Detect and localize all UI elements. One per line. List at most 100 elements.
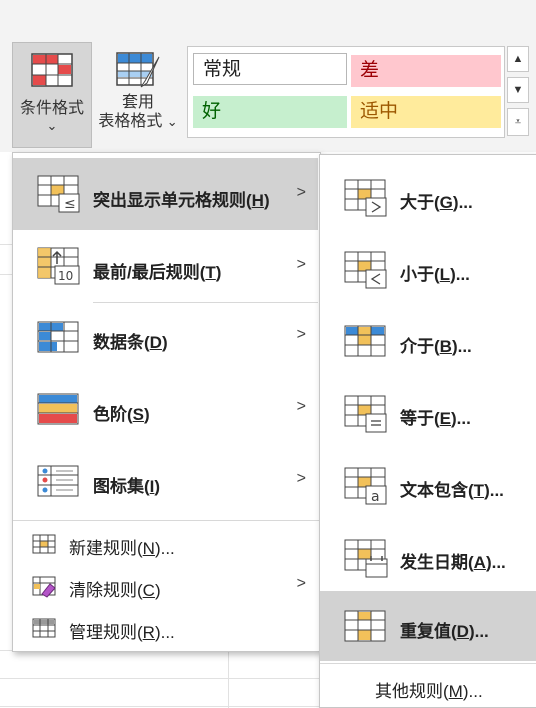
calendar-icon xyxy=(344,539,388,578)
menu-label: 新建规则(N)... xyxy=(69,534,175,559)
submenu-item-duplicate-values[interactable]: 重复值(D)... xyxy=(320,591,536,661)
label-key: N xyxy=(142,539,155,558)
style-normal[interactable]: 常规 xyxy=(193,53,347,85)
label-suffix: )... xyxy=(451,409,471,428)
menu-label: 大于(G)... xyxy=(400,188,473,213)
label-text: 新建规则( xyxy=(69,539,143,558)
conditional-format-button[interactable]: 条件格式 ⌄ xyxy=(12,42,92,148)
duplicate-values-icon xyxy=(344,610,386,642)
label-text: 文本包含( xyxy=(400,481,474,500)
menu-item-icon-sets[interactable]: 图标集(I) > xyxy=(13,446,318,518)
label-text: 色阶( xyxy=(93,405,133,424)
label-key: B xyxy=(439,337,452,356)
label-text: 最前/最后规则( xyxy=(93,263,206,282)
chevron-right-icon: > xyxy=(296,398,306,415)
chevron-down-icon: ⌄ xyxy=(166,114,178,129)
chevron-down-icon: ⌄ xyxy=(46,118,58,133)
label-suffix: )... xyxy=(484,481,504,500)
style-neutral[interactable]: 适中 xyxy=(351,96,501,128)
menu-label: 介于(B)... xyxy=(400,332,472,357)
label-text: 小于( xyxy=(400,265,440,284)
menu-item-top-bottom-rules[interactable]: 10 最前/最后规则(T) > xyxy=(13,230,318,302)
submenu-item-greater-than[interactable]: 大于(G)... xyxy=(320,162,536,234)
less-than-icon xyxy=(344,251,387,289)
highlight-rules-submenu: 大于(G)... 小于(L)... 介于(B)... 等于(E)... a 文本… xyxy=(319,154,536,708)
label-suffix: )... xyxy=(452,193,473,212)
menu-item-clear-rules[interactable]: 清除规则(C) > xyxy=(13,565,318,607)
label-suffix: )... xyxy=(451,337,472,356)
top-bottom-rules-icon: 10 xyxy=(37,247,80,285)
label-key: D xyxy=(149,333,162,352)
label-suffix: ) xyxy=(215,263,222,282)
gallery-scroll-down[interactable]: ▼ xyxy=(507,77,529,103)
label-text: 突出显示单元格规则( xyxy=(93,191,252,210)
label-text: 图标集( xyxy=(93,477,150,496)
greater-than-icon xyxy=(344,179,387,217)
style-bad[interactable]: 差 xyxy=(351,55,501,87)
menu-label: 重复值(D)... xyxy=(400,617,489,642)
chevron-right-icon: > xyxy=(296,470,306,487)
icon-sets-icon xyxy=(37,465,79,497)
equal-to-icon xyxy=(344,395,387,433)
label-key: G xyxy=(439,193,453,212)
label-suffix: )... xyxy=(485,553,506,572)
submenu-item-equal-to[interactable]: 等于(E)... xyxy=(320,378,536,450)
conditional-format-icon xyxy=(31,53,73,87)
chevron-right-icon: > xyxy=(296,256,306,273)
new-rule-icon xyxy=(32,534,56,554)
submenu-item-between[interactable]: 介于(B)... xyxy=(320,306,536,378)
label-text: 大于( xyxy=(400,193,440,212)
label-text: 清除规则( xyxy=(69,581,143,600)
label-text: 等于( xyxy=(400,409,440,428)
label-suffix: ) xyxy=(144,405,150,424)
menu-label: 突出显示单元格规则(H) xyxy=(93,186,270,211)
menu-label: 发生日期(A)... xyxy=(400,548,506,573)
menu-label: 图标集(I) xyxy=(93,472,160,497)
label-suffix: ) xyxy=(154,581,161,600)
label-key: L xyxy=(439,265,451,284)
menu-item-new-rule[interactable]: 新建规则(N)... xyxy=(13,523,318,565)
submenu-item-text-contains[interactable]: a 文本包含(T)... xyxy=(320,450,536,522)
menu-label: 其他规则(M)... xyxy=(375,677,483,702)
label-suffix: ) xyxy=(263,191,270,210)
submenu-item-less-than[interactable]: 小于(L)... xyxy=(320,234,536,306)
menu-label: 色阶(S) xyxy=(93,400,150,425)
menu-label: 管理规则(R)... xyxy=(69,618,175,643)
conditional-format-label: 条件格式 xyxy=(19,100,84,117)
cell-styles-gallery: 常规 差 好 适中 xyxy=(187,46,505,138)
label-key: S xyxy=(132,405,145,424)
format-as-table-label2-wrap: 表格格式 ⌄ xyxy=(98,112,177,132)
label-text: 发生日期( xyxy=(400,553,474,572)
text-contains-icon: a xyxy=(344,467,387,505)
label-key: T xyxy=(205,263,216,282)
label-key: M xyxy=(448,682,463,701)
label-suffix: ) xyxy=(161,333,168,352)
menu-label: 数据条(D) xyxy=(93,328,168,353)
style-good[interactable]: 好 xyxy=(193,96,347,128)
chevron-right-icon: > xyxy=(296,326,306,343)
menu-item-manage-rules[interactable]: 管理规则(R)... xyxy=(13,607,318,649)
menu-label: 清除规则(C) xyxy=(69,576,161,601)
label-text: 介于( xyxy=(400,337,440,356)
menu-item-data-bars[interactable]: 数据条(D) > xyxy=(13,302,318,374)
ribbon: 条件格式 ⌄ 套用 表格格式 ⌄ 常规 差 好 适中 ▲ ▼ ⩡ xyxy=(0,0,536,152)
gallery-scroll-up[interactable]: ▲ xyxy=(507,46,529,72)
submenu-item-more-rules[interactable]: 其他规则(M)... xyxy=(320,665,536,707)
menu-label: 等于(E)... xyxy=(400,404,471,429)
menu-item-highlight-rules[interactable]: ≤ 突出显示单元格规则(H) > xyxy=(13,158,318,230)
label-text: 管理规则( xyxy=(69,623,143,642)
label-key: H xyxy=(251,191,264,210)
label-key: A xyxy=(473,553,486,572)
highlight-rules-icon: ≤ xyxy=(37,175,80,213)
label-key: D xyxy=(456,622,469,641)
label-key: C xyxy=(142,581,155,600)
eraser-icon xyxy=(32,576,56,598)
label-key: R xyxy=(142,623,155,642)
gallery-expand[interactable]: ⩡ xyxy=(507,108,529,136)
menu-item-color-scales[interactable]: 色阶(S) > xyxy=(13,374,318,446)
menu-label: 文本包含(T)... xyxy=(400,476,504,501)
submenu-item-date-occurring[interactable]: 发生日期(A)... xyxy=(320,522,536,594)
format-as-table-button[interactable]: 套用 表格格式 ⌄ xyxy=(92,42,184,146)
chevron-right-icon: > xyxy=(296,184,306,201)
manage-rules-icon xyxy=(32,618,56,638)
